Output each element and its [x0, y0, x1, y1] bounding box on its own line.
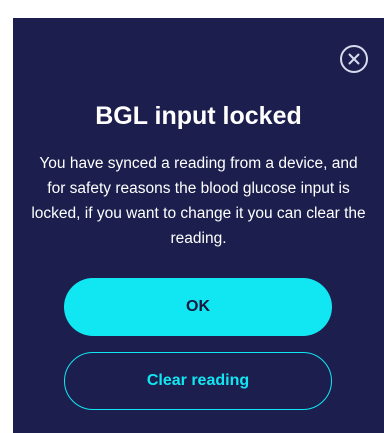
- ok-button[interactable]: OK: [64, 278, 332, 336]
- close-button[interactable]: [340, 45, 368, 73]
- dialog-message: You have synced a reading from a device,…: [31, 155, 366, 247]
- bgl-locked-dialog: BGL input locked You have synced a readi…: [13, 18, 384, 433]
- clear-reading-button[interactable]: Clear reading: [64, 352, 332, 410]
- dialog-title: BGL input locked: [95, 102, 302, 130]
- close-icon: [348, 53, 360, 65]
